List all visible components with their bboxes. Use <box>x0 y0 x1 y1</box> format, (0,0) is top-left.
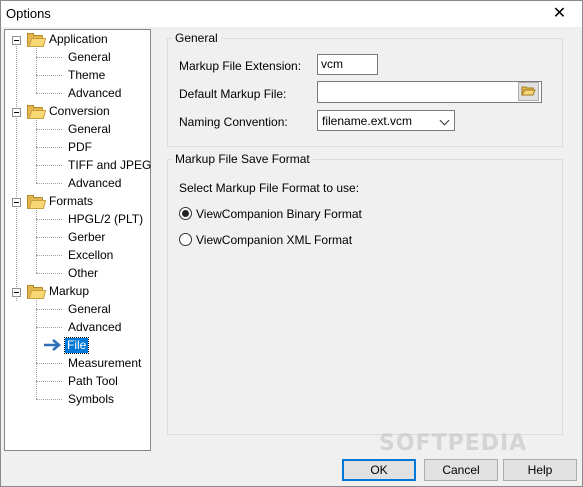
naming-convention-select[interactable]: filename.ext.vcm <box>317 110 455 131</box>
tree-node-conversion-tiff-jpeg[interactable]: TIFF and JPEG <box>66 158 153 173</box>
tree-connector <box>36 255 62 256</box>
ok-button[interactable]: OK <box>342 459 416 481</box>
tree-node-application-theme[interactable]: Theme <box>66 68 107 83</box>
tree-node-formats-hpgl[interactable]: HPGL/2 (PLT) <box>66 212 145 227</box>
tree-connector <box>36 219 62 220</box>
tree-connector <box>36 183 62 184</box>
tree-node-markup[interactable]: Markup <box>47 284 91 299</box>
tree-connector <box>36 165 62 166</box>
markup-extension-label: Markup File Extension: <box>179 59 302 73</box>
binary-format-label[interactable]: ViewCompanion Binary Format <box>196 207 362 221</box>
tree-node-markup-file[interactable]: File <box>63 337 90 354</box>
tree-connector <box>36 147 62 148</box>
selected-arrow-icon <box>44 339 61 351</box>
tree-connector <box>36 300 37 399</box>
tree-node-application-general[interactable]: General <box>66 50 113 65</box>
cancel-button[interactable]: Cancel <box>424 459 498 481</box>
tree-connector <box>36 273 62 274</box>
options-dialog: Options ✕ Application General Theme Adva… <box>0 0 583 487</box>
tree-node-application-advanced[interactable]: Advanced <box>66 86 123 101</box>
window-title: Options <box>6 6 51 21</box>
save-format-group-title: Markup File Save Format <box>172 152 313 166</box>
folder-icon <box>27 285 47 299</box>
collapse-icon[interactable] <box>12 108 21 117</box>
save-format-group <box>167 159 563 435</box>
tree-node-formats-other[interactable]: Other <box>66 266 100 281</box>
options-tree[interactable]: Application General Theme Advanced Conve… <box>4 29 151 451</box>
tree-connector <box>36 399 62 400</box>
tree-connector <box>36 309 62 310</box>
binary-format-radio[interactable] <box>179 207 192 220</box>
chevron-down-icon <box>439 115 450 126</box>
tree-node-conversion[interactable]: Conversion <box>47 104 112 119</box>
tree-connector <box>36 93 62 94</box>
collapse-icon[interactable] <box>12 288 21 297</box>
tree-node-conversion-general[interactable]: General <box>66 122 113 137</box>
tree-node-conversion-advanced[interactable]: Advanced <box>66 176 123 191</box>
tree-connector <box>36 57 62 58</box>
naming-convention-label: Naming Convention: <box>179 115 288 129</box>
xml-format-radio[interactable] <box>179 233 192 246</box>
save-format-prompt: Select Markup File Format to use: <box>179 181 360 195</box>
tree-node-formats[interactable]: Formats <box>47 194 95 209</box>
title-bar: Options ✕ <box>1 1 582 27</box>
tree-node-conversion-pdf[interactable]: PDF <box>66 140 94 155</box>
default-markup-file-input[interactable] <box>317 81 542 103</box>
tree-connector <box>16 44 17 301</box>
softpedia-watermark: SOFTPEDIA <box>379 431 528 456</box>
tree-connector <box>36 381 62 382</box>
tree-connector <box>36 237 62 238</box>
close-icon[interactable]: ✕ <box>537 1 582 27</box>
collapse-icon[interactable] <box>12 198 21 207</box>
general-group-title: General <box>172 31 221 45</box>
tree-connector <box>36 48 37 93</box>
folder-icon <box>27 195 47 209</box>
help-button[interactable]: Help <box>503 459 577 481</box>
naming-convention-value: filename.ext.vcm <box>322 114 413 128</box>
tree-node-markup-symbols[interactable]: Symbols <box>66 392 116 407</box>
tree-connector <box>36 363 62 364</box>
markup-extension-input[interactable]: vcm <box>317 54 378 75</box>
tree-node-markup-path-tool[interactable]: Path Tool <box>66 374 120 389</box>
xml-format-label[interactable]: ViewCompanion XML Format <box>196 233 352 247</box>
tree-connector <box>36 75 62 76</box>
tree-node-formats-gerber[interactable]: Gerber <box>66 230 107 245</box>
tree-connector <box>36 327 62 328</box>
tree-node-markup-general[interactable]: General <box>66 302 113 317</box>
collapse-icon[interactable] <box>12 36 21 45</box>
folder-icon <box>27 105 47 119</box>
tree-connector <box>36 129 62 130</box>
tree-node-formats-excellon[interactable]: Excellon <box>66 248 115 263</box>
tree-node-markup-advanced[interactable]: Advanced <box>66 320 123 335</box>
tree-node-markup-measurement[interactable]: Measurement <box>66 356 143 371</box>
tree-node-application[interactable]: Application <box>47 32 110 47</box>
folder-open-icon <box>521 86 536 96</box>
browse-button[interactable] <box>518 82 539 101</box>
default-markup-file-label: Default Markup File: <box>179 87 287 101</box>
folder-icon <box>27 33 47 47</box>
